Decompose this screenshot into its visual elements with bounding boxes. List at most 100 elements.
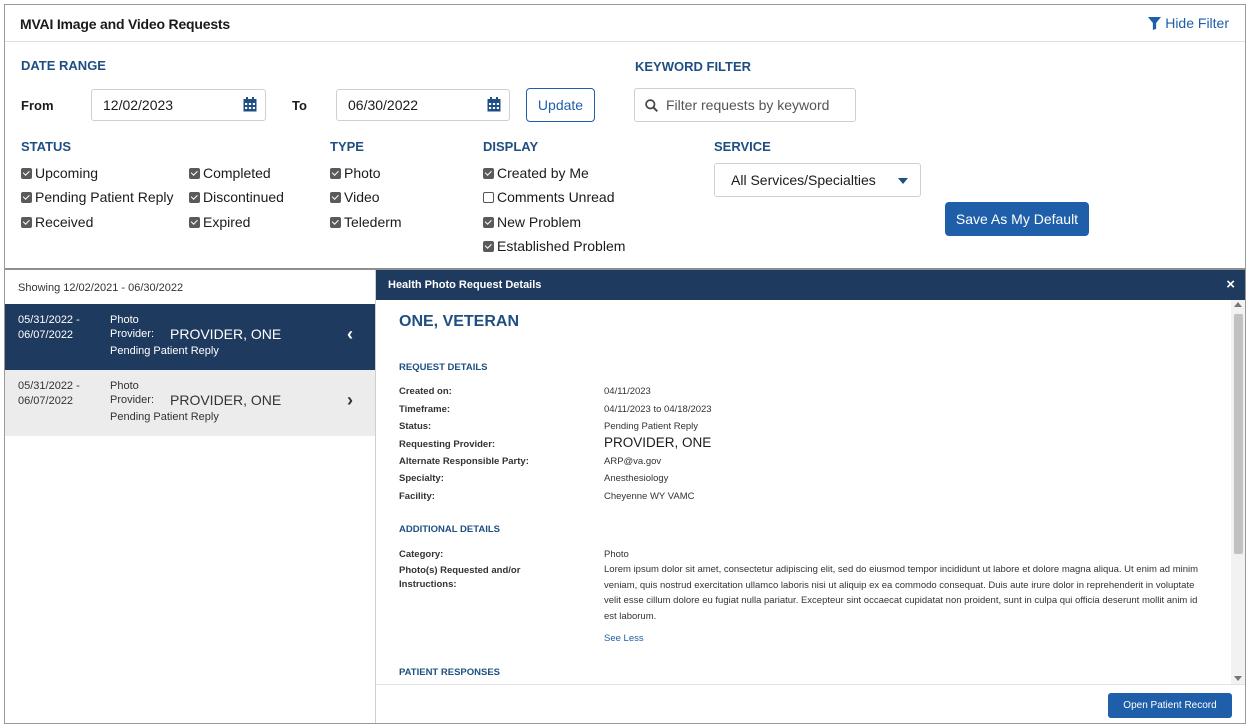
- created-on-label: Created on:: [399, 386, 452, 397]
- panel-scrollbar[interactable]: [1231, 300, 1245, 685]
- checkbox-icon[interactable]: [330, 216, 341, 228]
- checkbox-icon[interactable]: [21, 191, 32, 203]
- checkbox-label: Upcoming: [35, 165, 99, 181]
- type-checkbox-photo[interactable]: Photo: [330, 165, 381, 181]
- additional-details-heading: ADDITIONAL DETAILS: [399, 524, 500, 535]
- status-checkbox-received[interactable]: Received: [21, 214, 93, 230]
- close-icon[interactable]: ×: [1226, 276, 1235, 293]
- provider-name: PROVIDER, ONE: [170, 392, 282, 408]
- status-checkbox-discontinued[interactable]: Discontinued: [189, 189, 284, 205]
- status-label: STATUS: [21, 139, 72, 154]
- checkbox-label: Received: [35, 214, 94, 230]
- provider-label: Provider:: [110, 394, 155, 406]
- checkbox-icon[interactable]: [189, 191, 200, 203]
- chevron-left-icon[interactable]: ‹: [347, 324, 353, 345]
- patient-responses-heading: PATIENT RESPONSES: [399, 667, 500, 678]
- request-dates: 05/31/2022 -06/07/2022: [18, 314, 80, 341]
- service-select[interactable]: All Services/Specialties: [714, 163, 921, 197]
- header-bar: MVAI Image and Video Requests Hide Filte…: [5, 5, 1245, 42]
- chevron-right-icon[interactable]: ›: [347, 390, 353, 411]
- keyword-search-input[interactable]: Filter requests by keyword: [634, 88, 856, 122]
- service-label: SERVICE: [714, 139, 771, 154]
- checkbox-label: Completed: [203, 165, 271, 181]
- timeframe-label: Timeframe:: [399, 404, 451, 415]
- request-dates: 05/31/2022 -06/07/2022: [18, 380, 80, 407]
- instructions-label: Photo(s) Requested and/or Instructions:: [399, 565, 521, 590]
- scrollbar-thumb[interactable]: [1234, 314, 1243, 554]
- alt-responsible-party-value: ARP@va.gov: [604, 456, 662, 467]
- checkbox-icon[interactable]: [189, 216, 200, 228]
- search-icon: [645, 98, 658, 112]
- from-date-input[interactable]: 12/02/2023: [91, 89, 266, 121]
- panel-header: Health Photo Request Details ×: [376, 270, 1245, 300]
- checkbox-icon[interactable]: [330, 191, 341, 203]
- display-checkbox-new-problem[interactable]: New Problem: [483, 214, 581, 230]
- checkbox-label: Expired: [203, 214, 251, 230]
- provider-label: Provider:: [110, 328, 155, 340]
- category-label: Category:: [399, 549, 444, 560]
- calendar-icon[interactable]: [487, 97, 501, 112]
- provider-name: PROVIDER, ONE: [170, 326, 282, 342]
- checkbox-icon[interactable]: [21, 167, 32, 179]
- list-item[interactable]: 05/31/2022 -06/07/2022 Photo Provider: P…: [5, 370, 375, 436]
- specialty-value: Anesthesiology: [604, 473, 669, 484]
- status-checkbox-pending[interactable]: Pending Patient Reply: [21, 189, 174, 205]
- calendar-icon[interactable]: [243, 97, 257, 112]
- checkbox-icon[interactable]: [21, 216, 32, 228]
- checkbox-label: Discontinued: [203, 189, 284, 205]
- see-less-link[interactable]: See Less: [604, 633, 644, 644]
- to-label: To: [292, 98, 307, 113]
- specialty-label: Specialty:: [399, 473, 444, 484]
- checkbox-icon[interactable]: [330, 167, 341, 179]
- checkbox-label: Video: [344, 189, 380, 205]
- checkbox-label: Telederm: [344, 214, 402, 230]
- from-date-value: 12/02/2023: [103, 97, 174, 113]
- checkbox-icon[interactable]: [483, 216, 494, 228]
- list-item[interactable]: 05/31/2022 -06/07/2022 Photo Provider: P…: [5, 304, 375, 370]
- save-as-default-button[interactable]: Save As My Default: [945, 202, 1089, 236]
- to-date-input[interactable]: 06/30/2022: [336, 89, 510, 121]
- status-checkbox-upcoming[interactable]: Upcoming: [21, 165, 98, 181]
- checkbox-label: Photo: [344, 165, 381, 181]
- status-value: Pending Patient Reply: [604, 421, 699, 432]
- facility-value: Cheyenne WY VAMC: [604, 491, 695, 502]
- filter-icon: [1148, 16, 1162, 30]
- category-value: Photo: [604, 549, 629, 560]
- keyword-placeholder: Filter requests by keyword: [666, 97, 830, 113]
- chevron-down-icon: [898, 178, 908, 184]
- open-patient-record-button[interactable]: Open Patient Record: [1108, 693, 1232, 718]
- checkbox-icon[interactable]: [189, 167, 200, 179]
- request-list: Showing 12/02/2021 - 06/30/2022 05/31/20…: [5, 270, 376, 723]
- checkbox-icon[interactable]: [483, 167, 494, 179]
- display-label: DISPLAY: [483, 139, 539, 154]
- request-type: Photo: [110, 314, 139, 326]
- request-details-heading: REQUEST DETAILS: [399, 362, 488, 373]
- instructions-text: Lorem ipsum dolor sit amet, consectetur …: [604, 564, 1199, 622]
- scroll-up-arrow-icon[interactable]: [1234, 302, 1242, 307]
- checkbox-label: Comments Unread: [497, 189, 615, 205]
- patient-name: ONE, VETERAN: [399, 313, 520, 330]
- display-checkbox-created-by-me[interactable]: Created by Me: [483, 165, 589, 181]
- type-checkbox-video[interactable]: Video: [330, 189, 380, 205]
- status-checkbox-completed[interactable]: Completed: [189, 165, 271, 181]
- checkbox-icon[interactable]: [483, 191, 494, 203]
- requesting-provider-value: PROVIDER, ONE: [604, 435, 712, 450]
- from-label: From: [21, 98, 54, 113]
- request-details-panel: Health Photo Request Details × ONE, VETE…: [376, 270, 1245, 723]
- checkbox-label: Established Problem: [497, 238, 626, 254]
- status-label: Status:: [399, 421, 432, 432]
- timeframe-value: 04/11/2023 to 04/18/2023: [604, 404, 712, 415]
- update-button[interactable]: Update: [526, 88, 595, 122]
- type-checkbox-telederm[interactable]: Telederm: [330, 214, 402, 230]
- request-status: Pending Patient Reply: [110, 345, 219, 357]
- checkbox-label: Created by Me: [497, 165, 589, 181]
- status-checkbox-expired[interactable]: Expired: [189, 214, 250, 230]
- requesting-provider-label: Requesting Provider:: [399, 439, 496, 450]
- hide-filter-link[interactable]: Hide Filter: [1148, 15, 1229, 31]
- display-checkbox-established-problem[interactable]: Established Problem: [483, 238, 625, 254]
- scroll-down-arrow-icon[interactable]: [1234, 676, 1242, 681]
- display-checkbox-comments-unread[interactable]: Comments Unread: [483, 189, 615, 205]
- facility-label: Facility:: [399, 491, 435, 502]
- request-status: Pending Patient Reply: [110, 411, 219, 423]
- checkbox-icon[interactable]: [483, 240, 494, 252]
